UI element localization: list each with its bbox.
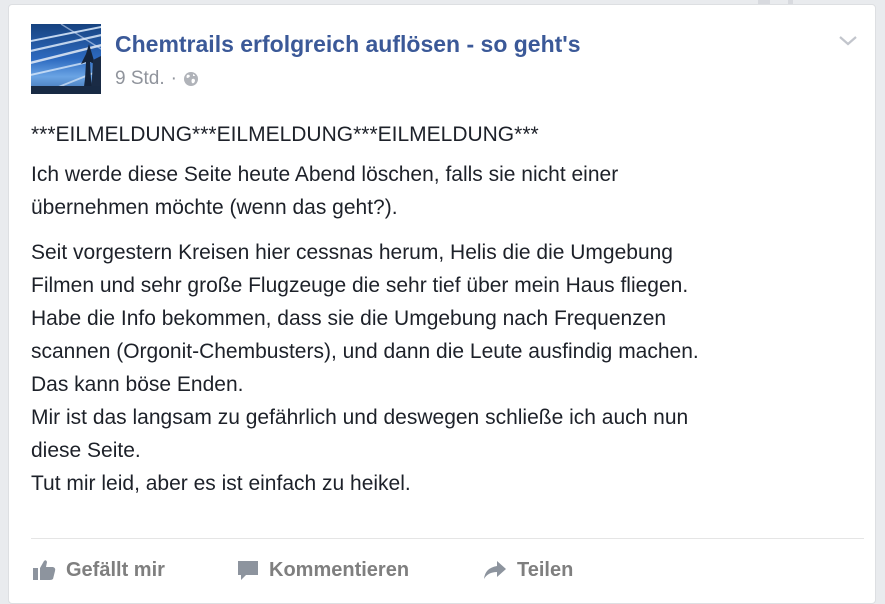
post-paragraph: Ich werde diese Seite heute Abend lösche… bbox=[31, 158, 861, 224]
share-label: Teilen bbox=[517, 558, 574, 581]
post-line: Mir ist das langsam zu gefährlich und de… bbox=[31, 406, 689, 429]
post-line: Das kann böse Enden. bbox=[31, 373, 244, 396]
thumbs-up-icon bbox=[33, 560, 56, 580]
comment-label: Kommentieren bbox=[269, 558, 410, 581]
post-line: scannen (Orgonit-Chembusters), und dann … bbox=[31, 340, 699, 363]
meta-separator: · bbox=[170, 68, 177, 89]
like-label: Gefällt mir bbox=[66, 558, 165, 581]
post-line: Seit vorgestern Kreisen hier cessnas her… bbox=[31, 241, 673, 264]
post-meta: 9 Std. · bbox=[115, 68, 199, 90]
chevron-down-icon[interactable] bbox=[837, 33, 859, 49]
post-text: ***EILMELDUNG***EILMELDUNG***EILMELDUNG*… bbox=[31, 118, 861, 512]
post-paragraph: Seit vorgestern Kreisen hier cessnas her… bbox=[31, 236, 861, 500]
post-line: übernehmen möchte (wenn das geht?). bbox=[31, 196, 398, 219]
globe-icon[interactable] bbox=[183, 71, 199, 87]
like-button[interactable]: Gefällt mir bbox=[31, 558, 228, 582]
post-paragraph: ***EILMELDUNG***EILMELDUNG***EILMELDUNG*… bbox=[31, 118, 861, 151]
speech-bubble-icon bbox=[238, 561, 258, 580]
page-name-link[interactable]: Chemtrails erfolgreich auflösen - so geh… bbox=[115, 31, 581, 58]
post-line: diese Seite. bbox=[31, 439, 141, 462]
post-line: ***EILMELDUNG***EILMELDUNG***EILMELDUNG*… bbox=[31, 123, 539, 146]
post-line: Filmen und sehr große Flugzeuge die sehr… bbox=[31, 274, 689, 297]
actions-divider bbox=[31, 538, 864, 539]
share-button[interactable]: Teilen bbox=[482, 559, 573, 582]
post-actions-bar: Gefällt mir Kommentieren Teilen bbox=[31, 550, 573, 590]
share-arrow-icon bbox=[484, 561, 506, 579]
post-card: Chemtrails erfolgreich auflösen - so geh… bbox=[8, 4, 876, 604]
post-timestamp[interactable]: 9 Std. bbox=[115, 68, 165, 90]
post-line: Ich werde diese Seite heute Abend lösche… bbox=[31, 163, 619, 186]
comment-button[interactable]: Kommentieren bbox=[228, 558, 482, 582]
page-avatar[interactable] bbox=[31, 24, 101, 94]
post-line: Tut mir leid, aber es ist einfach zu hei… bbox=[31, 472, 411, 495]
post-line: Habe die Info bekommen, dass sie die Umg… bbox=[31, 307, 667, 330]
